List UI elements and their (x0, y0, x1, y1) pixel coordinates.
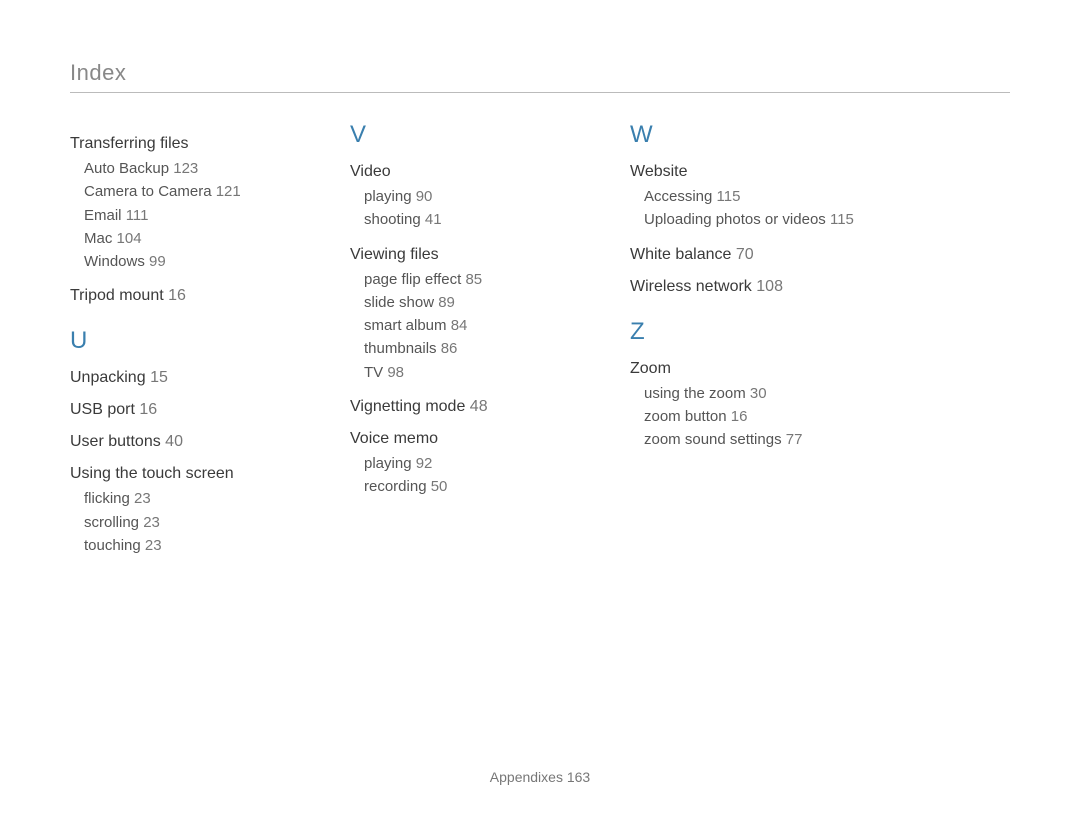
entry-viewing-files: Viewing files (350, 246, 580, 264)
entry-voice-memo: Voice memo (350, 430, 580, 448)
sub-shooting-video: shooting 41 (364, 208, 580, 231)
entry-website: Website (630, 163, 860, 181)
column-1: Transferring files Auto Backup 123 Camer… (70, 121, 300, 557)
entry-tripod-mount: Tripod mount 16 (70, 287, 300, 305)
sub-mac: Mac 104 (84, 227, 300, 250)
entry-wireless-network: Wireless network 108 (630, 278, 860, 296)
sub-recording-memo: recording 50 (364, 475, 580, 498)
entry-vignetting: Vignetting mode 48 (350, 398, 580, 416)
entry-video: Video (350, 163, 580, 181)
sub-playing-memo: playing 92 (364, 452, 580, 475)
entry-usb-port: USB port 16 (70, 401, 300, 419)
sub-uploading: Uploading photos or videos 115 (644, 208, 860, 231)
document-page: Index Transferring files Auto Backup 123… (0, 0, 1080, 815)
entry-zoom: Zoom (630, 360, 860, 378)
sub-zoom-button: zoom button 16 (644, 405, 860, 428)
footer: Appendixes 163 (0, 769, 1080, 785)
sub-camera-to-camera: Camera to Camera 121 (84, 180, 300, 203)
page-title: Index (70, 60, 1010, 93)
sub-scrolling: scrolling 23 (84, 511, 300, 534)
footer-page: 163 (567, 769, 590, 785)
entry-white-balance: White balance 70 (630, 246, 860, 264)
sub-thumbnails: thumbnails 86 (364, 337, 580, 360)
sub-zoom-sound: zoom sound settings 77 (644, 428, 860, 451)
letter-u: U (70, 327, 300, 355)
sub-tv: TV 98 (364, 361, 580, 384)
sub-accessing: Accessing 115 (644, 185, 860, 208)
index-columns: Transferring files Auto Backup 123 Camer… (70, 121, 1010, 557)
sub-page-flip: page flip effect 85 (364, 268, 580, 291)
sub-email: Email 111 (84, 204, 300, 227)
footer-section: Appendixes (490, 769, 563, 785)
sub-flicking: flicking 23 (84, 487, 300, 510)
sub-smart-album: smart album 84 (364, 314, 580, 337)
letter-z: Z (630, 318, 860, 346)
sub-playing-video: playing 90 (364, 185, 580, 208)
entry-touch-screen: Using the touch screen (70, 465, 300, 483)
sub-using-zoom: using the zoom 30 (644, 382, 860, 405)
sub-windows: Windows 99 (84, 250, 300, 273)
letter-w: W (630, 121, 860, 149)
entry-transferring-files: Transferring files (70, 135, 300, 153)
column-3: W Website Accessing 115 Uploading photos… (630, 121, 860, 557)
sub-auto-backup: Auto Backup 123 (84, 157, 300, 180)
entry-user-buttons: User buttons 40 (70, 433, 300, 451)
column-2: V Video playing 90 shooting 41 Viewing f… (350, 121, 580, 557)
letter-v: V (350, 121, 580, 149)
entry-unpacking: Unpacking 15 (70, 369, 300, 387)
sub-touching: touching 23 (84, 534, 300, 557)
sub-slide-show: slide show 89 (364, 291, 580, 314)
